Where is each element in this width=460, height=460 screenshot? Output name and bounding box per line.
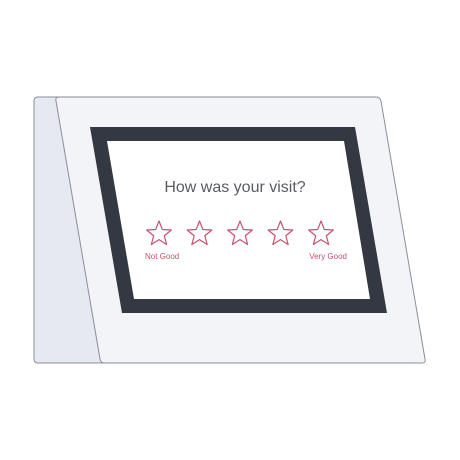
- question-text: How was your visit?: [164, 179, 305, 196]
- kiosk-device-illustration: How was your visit? Not Good Very Good: [33, 96, 426, 364]
- rating-high-label: Very Good: [309, 252, 347, 261]
- touch-screen: [107, 141, 370, 299]
- rating-low-label: Not Good: [145, 252, 179, 261]
